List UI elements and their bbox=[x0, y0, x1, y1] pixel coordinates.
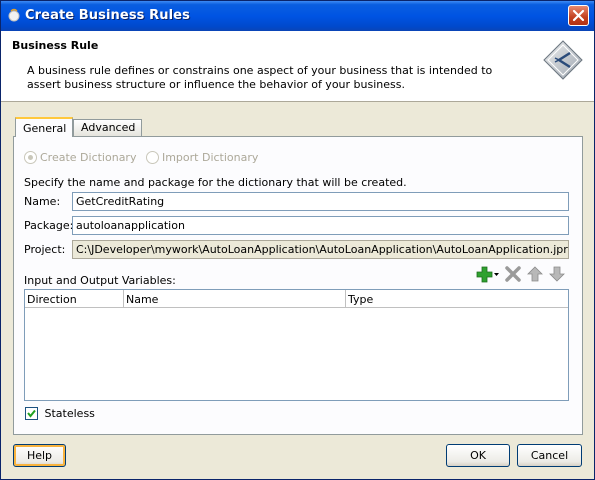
name-label: Name: bbox=[24, 195, 61, 208]
create-business-rules-dialog: Create Business Rules Business Rule A bu… bbox=[0, 0, 595, 480]
header-description: A business rule defines or constrains on… bbox=[27, 64, 493, 91]
general-tab-panel: Create Dictionary Import Dictionary Spec… bbox=[13, 136, 583, 435]
instructions-text: Specify the name and package for the dic… bbox=[24, 176, 407, 189]
name-field[interactable]: GetCreditRating bbox=[72, 192, 569, 211]
tab-general[interactable]: General bbox=[15, 117, 73, 137]
tab-general-label: General bbox=[23, 122, 67, 135]
table-header: Direction Name Type bbox=[25, 290, 568, 308]
package-field[interactable]: autoloanapplication bbox=[72, 216, 569, 235]
title-bar[interactable]: Create Business Rules bbox=[1, 1, 594, 31]
business-rule-icon bbox=[543, 40, 583, 80]
stateless-option: Stateless bbox=[25, 407, 95, 420]
stateless-label: Stateless bbox=[44, 407, 95, 420]
column-header-direction[interactable]: Direction bbox=[25, 290, 124, 308]
import-dictionary-label: Import Dictionary bbox=[161, 151, 259, 164]
cancel-button[interactable]: Cancel bbox=[517, 444, 582, 467]
close-button[interactable] bbox=[568, 5, 589, 26]
move-down-icon[interactable] bbox=[548, 265, 566, 283]
dictionary-options: Create Dictionary Import Dictionary bbox=[24, 151, 264, 164]
column-header-name[interactable]: Name bbox=[124, 290, 346, 308]
move-up-icon[interactable] bbox=[526, 265, 544, 283]
project-field: C:\JDeveloper\mywork\AutoLoanApplication… bbox=[72, 240, 569, 259]
add-plus-icon[interactable] bbox=[476, 265, 500, 283]
stateless-checkbox[interactable] bbox=[25, 407, 38, 420]
package-label: Package: bbox=[24, 219, 74, 232]
create-dictionary-radio[interactable] bbox=[24, 151, 37, 164]
tab-advanced[interactable]: Advanced bbox=[73, 119, 142, 136]
close-icon bbox=[572, 9, 585, 22]
window-title: Create Business Rules bbox=[25, 8, 190, 23]
oracle-jdev-icon bbox=[8, 8, 20, 22]
project-label: Project: bbox=[24, 243, 66, 256]
help-button[interactable]: Help bbox=[13, 444, 66, 467]
tab-advanced-label: Advanced bbox=[81, 121, 136, 134]
checkmark-icon bbox=[27, 409, 36, 418]
import-dictionary-radio[interactable] bbox=[145, 151, 159, 164]
header-title: Business Rule bbox=[12, 39, 99, 52]
create-dictionary-label: Create Dictionary bbox=[40, 151, 137, 164]
variables-label: Input and Output Variables: bbox=[24, 274, 176, 287]
variables-table[interactable]: Direction Name Type bbox=[24, 289, 569, 401]
column-header-type[interactable]: Type bbox=[346, 290, 568, 308]
ok-button[interactable]: OK bbox=[446, 444, 510, 467]
delete-x-icon[interactable] bbox=[504, 265, 522, 283]
header-panel: Business Rule A business rule defines or… bbox=[1, 31, 594, 102]
